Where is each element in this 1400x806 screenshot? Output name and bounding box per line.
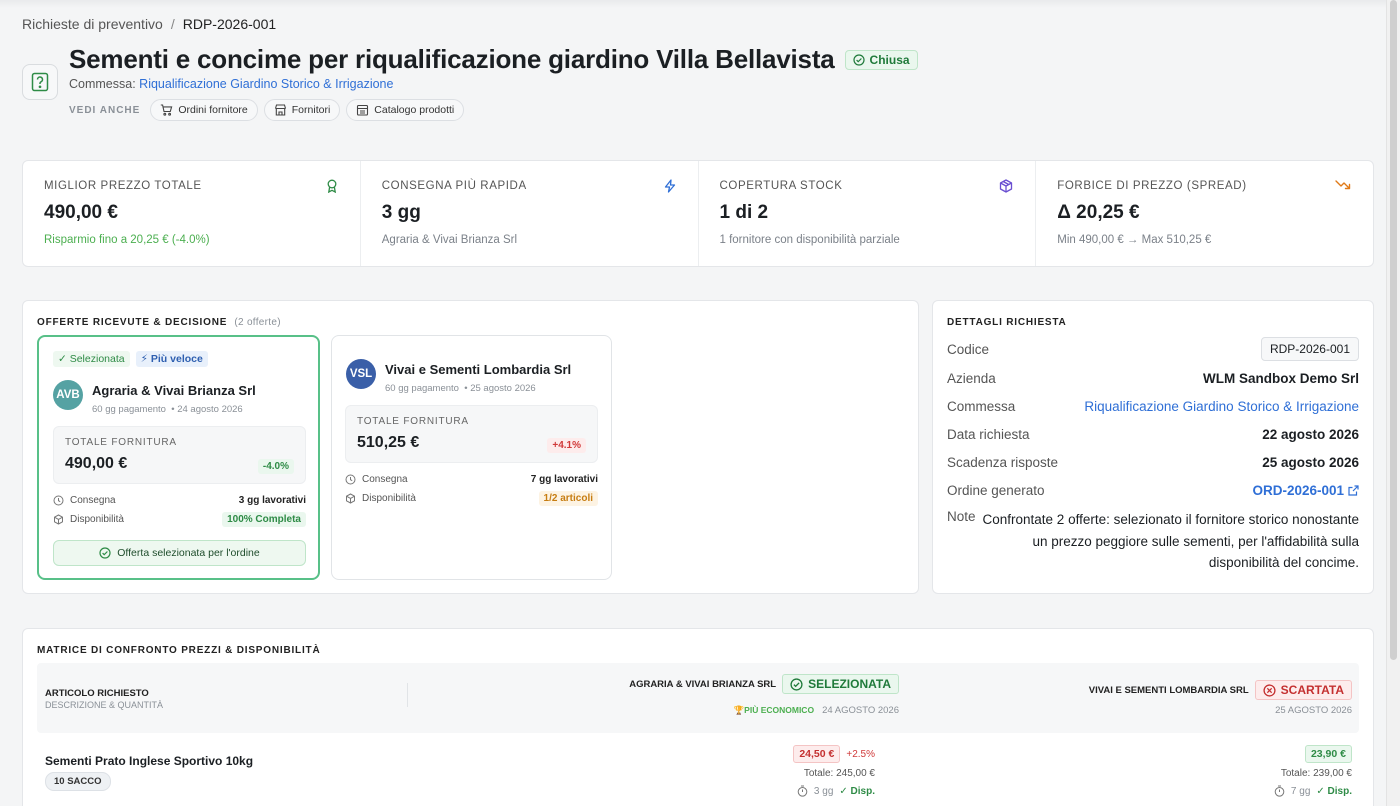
selected-offer-button[interactable]: Offerta selezionata per l'ordine — [53, 540, 306, 566]
check-circle-icon — [99, 547, 111, 559]
see-also-label: VEDI ANCHE — [69, 104, 141, 116]
top-shadow — [0, 0, 1400, 8]
total-box: TOTALE FORNITURA 490,00 € -4.0% — [53, 426, 306, 484]
trending-down-icon — [1335, 180, 1351, 190]
box-icon — [346, 493, 355, 504]
delta-badge: +4.1% — [547, 438, 586, 453]
zap-icon — [664, 179, 675, 193]
commessa-detail-link[interactable]: Riqualificazione Giardino Storico & Irri… — [1084, 399, 1359, 414]
unit-price-badge: 24,50 € — [793, 745, 841, 763]
kpi-strip: MIGLIOR PREZZO TOTALE 490,00 € Risparmio… — [22, 160, 1374, 267]
store-icon — [274, 104, 286, 116]
document-question-icon — [22, 64, 58, 100]
external-link-icon — [1348, 485, 1359, 496]
offer-card-other[interactable]: VSL Vivai e Sementi Lombardia Srl 60 gg … — [331, 335, 612, 580]
link-fornitori[interactable]: Fornitori — [263, 99, 341, 121]
box-icon — [54, 514, 63, 525]
avatar: VSL — [346, 359, 376, 389]
see-also: VEDI ANCHE Ordini fornitore Fornitori Ca… — [69, 99, 465, 121]
total-box: TOTALE FORNITURA 510,25 € +4.1% — [345, 405, 598, 463]
request-details-panel: DETTAGLI RICHIESTA Codice RDP-2026-001 A… — [932, 300, 1374, 594]
offers-title: OFFERTE RICEVUTE & DECISIONE (2 offerte) — [37, 317, 281, 328]
selected-badge: SELEZIONATA — [782, 674, 899, 694]
availability-badge: 1/2 articoli — [538, 491, 598, 506]
rejected-badge: SCARTATA — [1254, 680, 1352, 700]
timer-icon — [1274, 785, 1285, 797]
unit-price-badge: 23,90 € — [1304, 745, 1352, 763]
kpi-fastest-delivery: CONSEGNA PIÙ RAPIDA 3 gg Agraria & Vivai… — [361, 161, 699, 266]
availability-badge: 100% Completa — [222, 512, 306, 527]
detail-row-note: Note Confrontate 2 offerte: selezionato … — [947, 509, 1359, 570]
link-catalogo-prodotti[interactable]: Catalogo prodotti — [346, 99, 465, 121]
detail-row-scadenza: Scadenza risposte 25 agosto 2026 — [947, 455, 1359, 470]
commessa-link[interactable]: Riqualificazione Giardino Storico & Irri… — [139, 77, 393, 91]
fastest-tag: ⚡ Più veloce — [135, 351, 208, 367]
offers-panel: OFFERTE RICEVUTE & DECISIONE (2 offerte)… — [22, 300, 919, 594]
delivery-row: Consegna 7 gg lavorativi — [345, 474, 598, 485]
cheapest-badge: 🏆PIÙ ECONOMICO — [733, 705, 815, 715]
delivery-row: Consegna 3 gg lavorativi — [53, 495, 306, 506]
matrix-title: MATRICE DI CONFRONTO PREZZI & DISPONIBIL… — [37, 645, 321, 656]
selected-tag: ✓ Selezionata — [53, 351, 130, 367]
supplier-meta: 60 gg pagamento • 24 agosto 2026 — [92, 404, 243, 415]
supplier-name: Vivai e Sementi Lombardia Srl — [385, 362, 572, 377]
package-icon — [1000, 179, 1013, 193]
availability-row: Disponibilità 100% Completa — [53, 512, 306, 527]
detail-row-ordine: Ordine generato ORD-2026-001 — [947, 483, 1359, 498]
page-title: Sementi e concime per riqualificazione g… — [69, 44, 835, 74]
supplier-name: Agraria & Vivai Brianza Srl — [92, 383, 256, 398]
breadcrumb-current: RDP-2026-001 — [182, 16, 277, 32]
price-cell-supplier-2: 23,90 € Totale: 239,00 € 7 gg ✓ Disp. — [1274, 745, 1352, 797]
commessa-line: Commessa: Riqualificazione Giardino Stor… — [69, 77, 394, 91]
detail-row-codice: Codice RDP-2026-001 — [947, 337, 1359, 361]
delta-badge: -4.0% — [257, 459, 294, 474]
catalog-icon — [357, 104, 369, 116]
quantity-badge: 10 SACCO — [45, 772, 111, 791]
x-circle-icon — [1263, 683, 1276, 697]
kpi-best-price: MIGLIOR PREZZO TOTALE 490,00 € Risparmio… — [23, 161, 361, 266]
offer-card-selected[interactable]: ✓ Selezionata ⚡ Più veloce AVB Agraria &… — [37, 335, 320, 580]
breadcrumb-parent[interactable]: Richieste di preventivo — [22, 16, 163, 32]
title-row: Sementi e concime per riqualificazione g… — [69, 44, 918, 75]
total-value: 490,00 € — [65, 455, 128, 472]
total-value: 510,25 € — [357, 434, 420, 451]
order-link[interactable]: ORD-2026-001 — [1252, 483, 1359, 498]
details-title: DETTAGLI RICHIESTA — [947, 317, 1067, 328]
clock-icon — [53, 495, 64, 506]
matrix-supplier-1-sub: 🏆PIÙ ECONOMICO 24 AGOSTO 2026 — [733, 705, 899, 716]
link-ordini-fornitore[interactable]: Ordini fornitore — [150, 99, 258, 121]
detail-row-data: Data richiesta 22 agosto 2026 — [947, 427, 1359, 442]
scrollbar-thumb[interactable] — [1390, 0, 1397, 660]
kpi-price-spread: FORBICE DI PREZZO (SPREAD) Δ 20,25 € Min… — [1036, 161, 1373, 266]
code-pill: RDP-2026-001 — [1260, 337, 1359, 361]
breadcrumb: Richieste di preventivo / RDP-2026-001 — [22, 16, 276, 32]
availability-row: Disponibilità 1/2 articoli — [345, 491, 598, 506]
status-badge: Chiusa — [844, 49, 918, 70]
kpi-stock-coverage: COPERTURA STOCK 1 di 2 1 fornitore con d… — [699, 161, 1037, 266]
avatar: AVB — [53, 380, 83, 410]
price-cell-supplier-1: 24,50 € +2.5% Totale: 245,00 € 3 gg ✓ Dis… — [793, 745, 875, 797]
matrix-supplier-1: AGRARIA & VIVAI BRIANZA SRL SELEZIONATA — [629, 674, 899, 694]
matrix-supplier-2-sub: 25 AGOSTO 2026 — [1275, 705, 1352, 716]
breadcrumb-separator: / — [170, 16, 175, 32]
item-name: Sementi Prato Inglese Sportivo 10kg — [45, 754, 254, 768]
supplier-meta: 60 gg pagamento • 25 agosto 2026 — [385, 383, 536, 394]
check-circle-icon — [790, 677, 803, 691]
cart-icon — [161, 104, 173, 116]
timer-icon — [797, 785, 808, 797]
matrix-supplier-2: VIVAI E SEMENTI LOMBARDIA SRL SCARTATA — [1089, 680, 1352, 700]
clock-icon — [345, 474, 356, 485]
detail-row-azienda: Azienda WLM Sandbox Demo Srl — [947, 371, 1359, 386]
comparison-matrix: MATRICE DI CONFRONTO PREZZI & DISPONIBIL… — [22, 628, 1374, 806]
matrix-header: ARTICOLO RICHIESTO DESCRIZIONE & QUANTIT… — [37, 663, 1359, 733]
check-circle-icon — [852, 53, 865, 66]
page-scrollbar[interactable] — [1386, 0, 1400, 806]
detail-row-commessa: Commessa Riqualificazione Giardino Stori… — [947, 399, 1359, 414]
award-icon — [327, 179, 337, 193]
